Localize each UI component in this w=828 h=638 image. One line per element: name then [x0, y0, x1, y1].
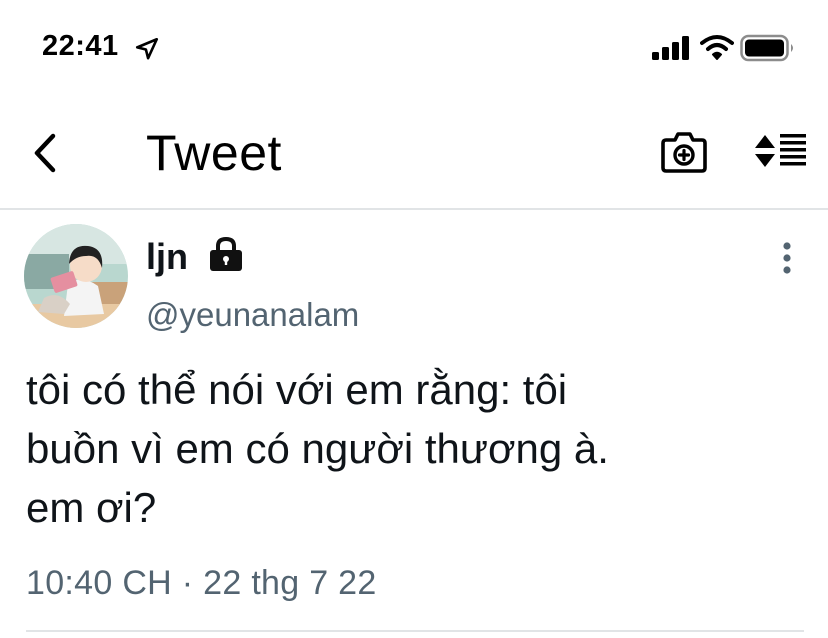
page-title: Tweet	[146, 125, 282, 181]
avatar[interactable]	[24, 224, 128, 328]
cellular-signal-icon	[652, 36, 689, 60]
lock-icon	[210, 236, 242, 271]
more-vertical-icon[interactable]	[770, 238, 804, 278]
display-name[interactable]: ljn	[146, 236, 188, 278]
battery-icon	[740, 34, 793, 62]
tweet: ljn @yeunanalam tôi có thể nói với em rằ…	[0, 210, 828, 638]
sort-list-icon[interactable]	[752, 130, 808, 172]
status-time: 22:41	[42, 30, 119, 62]
back-button[interactable]	[22, 128, 72, 178]
user-handle[interactable]: @yeunanalam	[146, 296, 359, 334]
wifi-icon	[700, 35, 734, 60]
status-bar: 22:41	[0, 0, 828, 100]
tweet-text: tôi có thể nói với em rằng: tôi buồn vì …	[26, 366, 609, 531]
divider	[26, 630, 804, 632]
avatar-illustration	[24, 224, 128, 328]
camera-plus-icon[interactable]	[660, 128, 708, 174]
nav-bar: Tweet	[0, 100, 828, 210]
location-arrow-icon	[135, 37, 159, 60]
tweet-timestamp[interactable]: 10:40 CH · 22 thg 7 22	[26, 564, 377, 603]
